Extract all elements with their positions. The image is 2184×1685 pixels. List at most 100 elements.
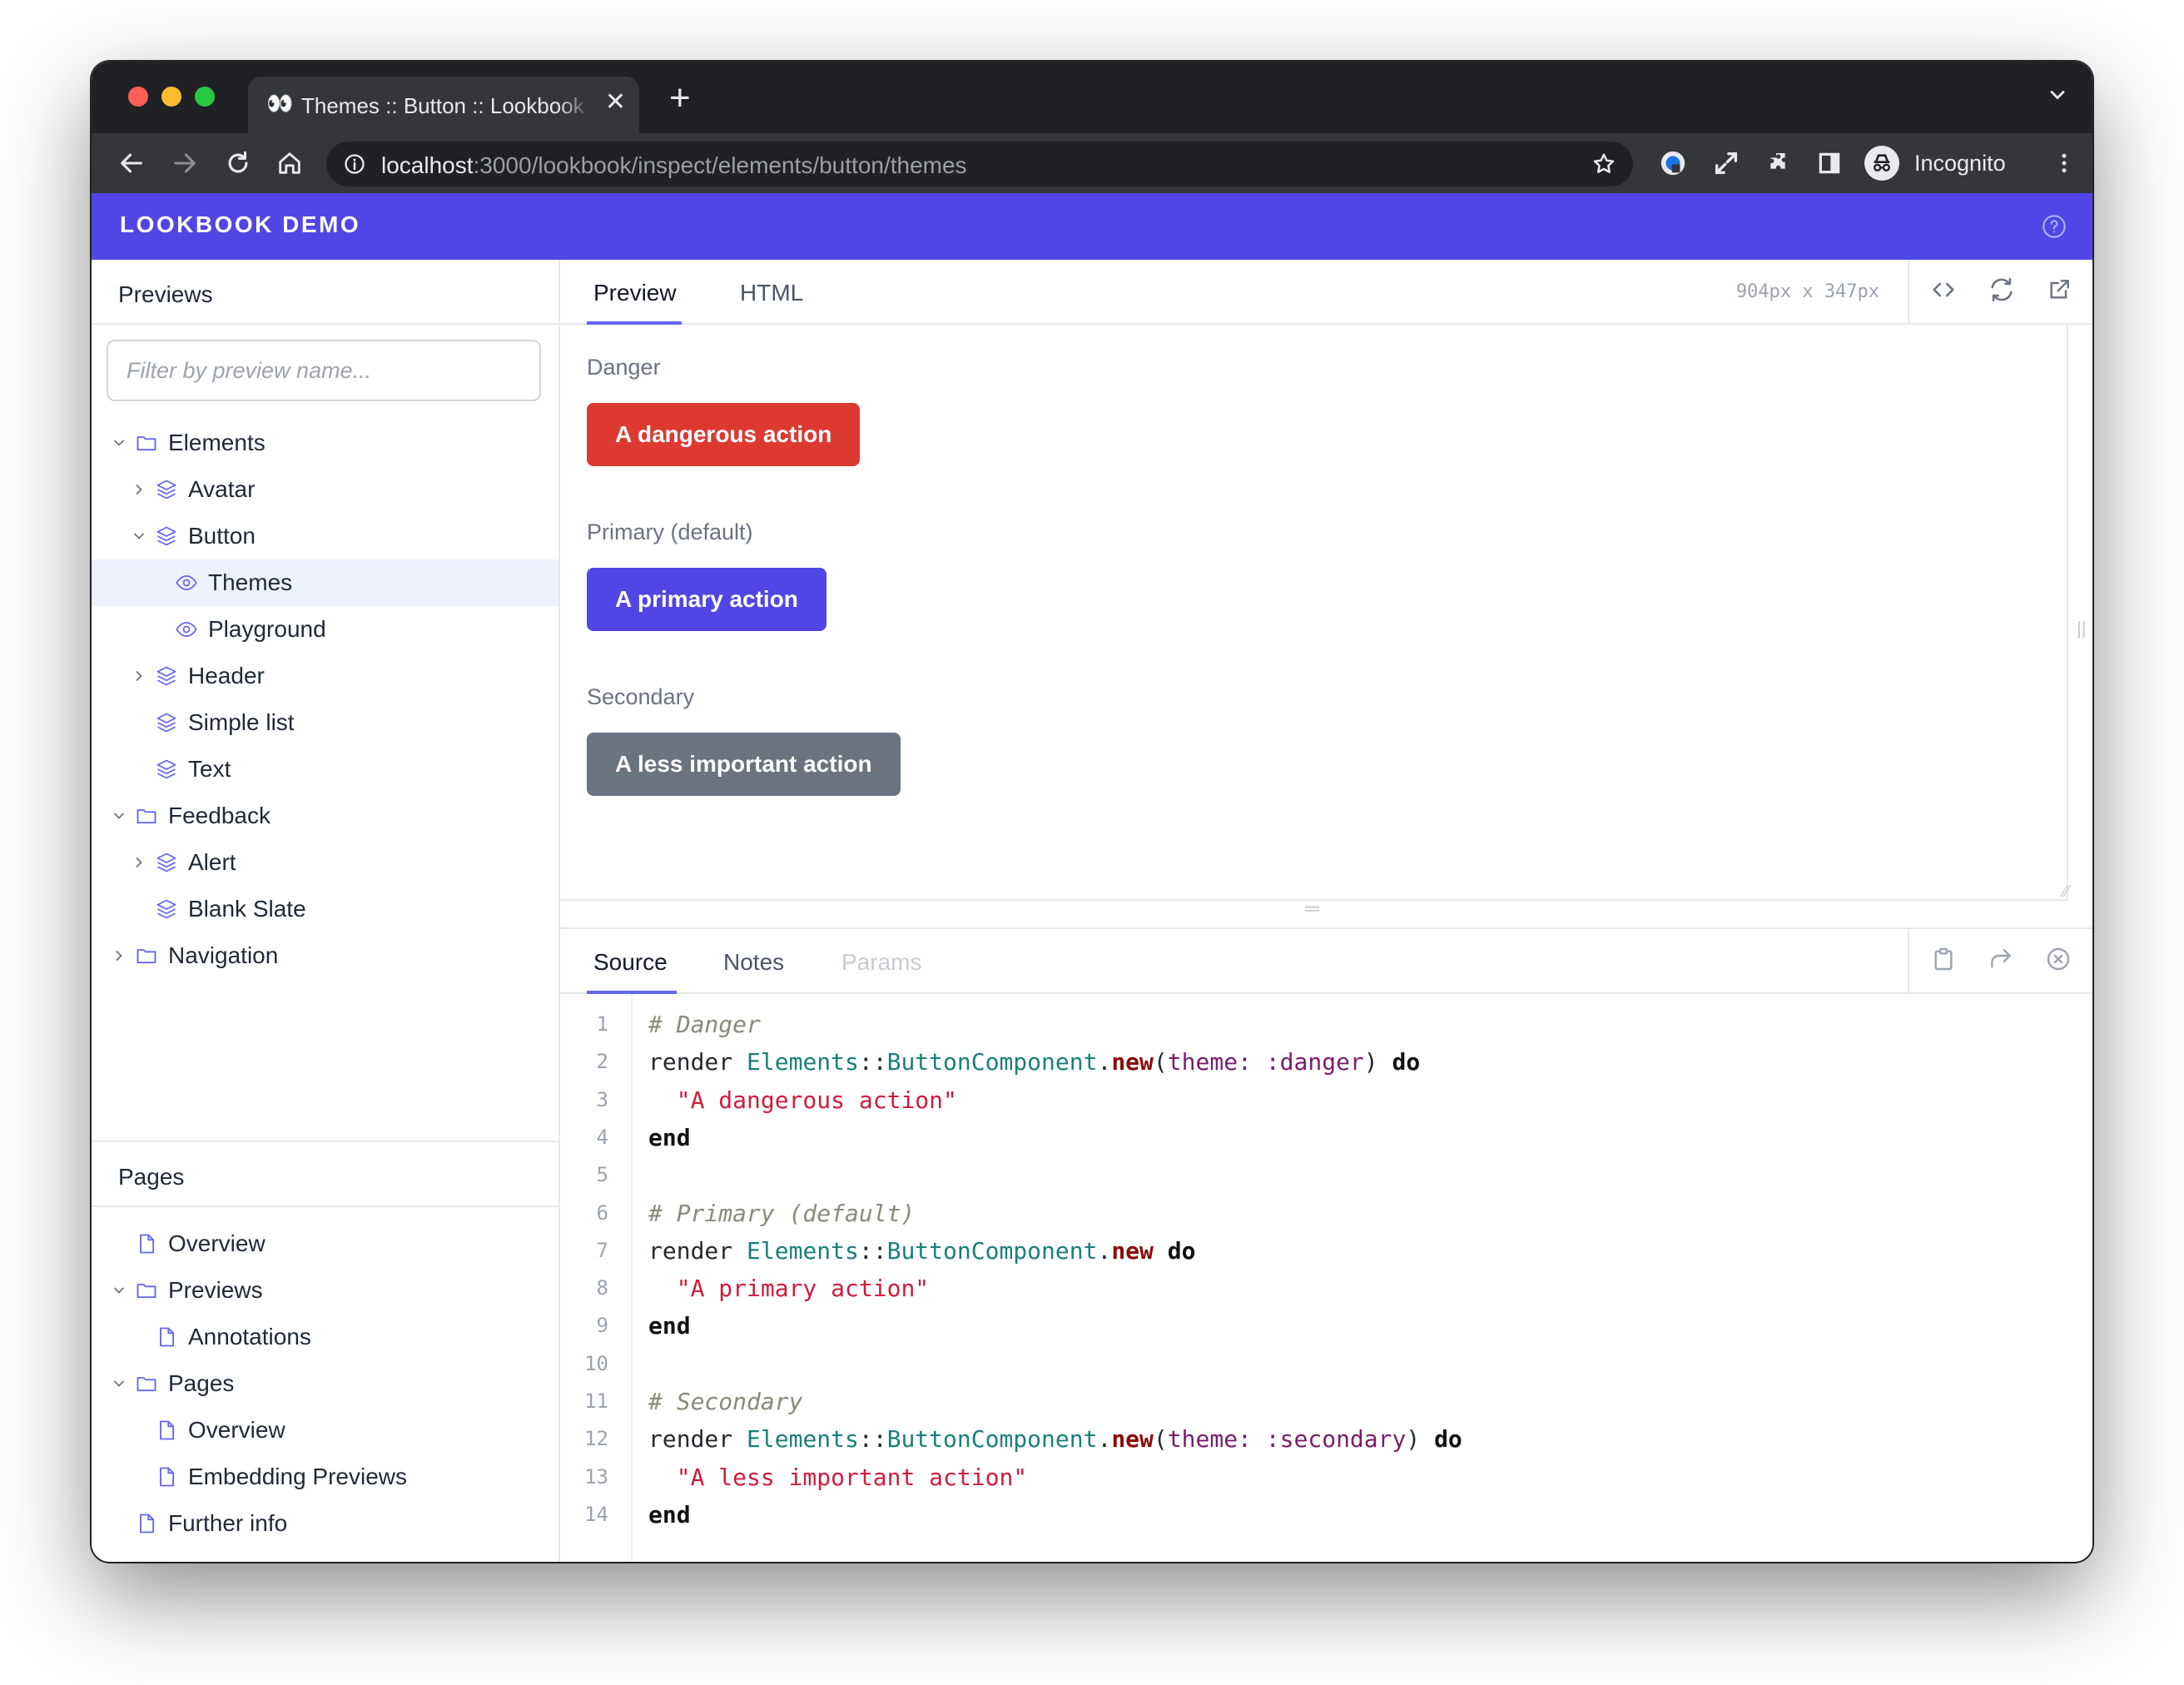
address-bar[interactable]: localhost:3000/lookbook/inspect/elements… <box>326 142 1633 186</box>
tab-notes[interactable]: Notes <box>723 949 784 976</box>
expand-arrows-icon[interactable] <box>1710 147 1743 180</box>
tree-item-label: Pages <box>168 1370 235 1396</box>
page-item-pages[interactable]: Pages <box>92 1360 558 1407</box>
code-token: render <box>648 1236 747 1265</box>
layers-icon <box>153 849 180 876</box>
file-icon <box>133 1230 160 1257</box>
page-item-further-info[interactable]: Further info <box>92 1500 558 1547</box>
danger-button[interactable]: A dangerous action <box>587 403 861 466</box>
chevron-down-icon[interactable] <box>108 432 130 454</box>
browser-window: 👀 Themes :: Button :: Lookbook Demo ✕ + … <box>92 62 2092 1562</box>
external-link-icon[interactable] <box>2046 276 2072 307</box>
line-number: 11 <box>584 1389 608 1413</box>
chevron-right-icon[interactable] <box>128 852 150 873</box>
code-line: 2 render Elements::ButtonComponent.new(th… <box>560 1043 2092 1081</box>
code-token: :: <box>858 1236 887 1265</box>
sidebar-item-feedback[interactable]: Feedback <box>92 793 558 839</box>
line-number: 8 <box>596 1276 608 1300</box>
chevron-right-icon[interactable] <box>128 479 150 500</box>
height-resize-handle[interactable]: ═ <box>560 897 2092 929</box>
site-info-icon[interactable] <box>343 152 366 180</box>
sidebar-item-text[interactable]: Text <box>92 746 558 793</box>
browser-tab[interactable]: 👀 Themes :: Button :: Lookbook Demo ✕ <box>248 77 639 133</box>
code-token: theme: <box>1167 1048 1252 1076</box>
back-arrow-icon[interactable] <box>115 147 148 180</box>
close-circle-icon[interactable] <box>2045 946 2072 977</box>
code-token: :: <box>858 1425 887 1454</box>
sidebar-item-navigation[interactable]: Navigation <box>92 932 558 979</box>
code-token: render <box>648 1425 747 1454</box>
sidebar-item-themes[interactable]: Themes <box>92 559 558 606</box>
page-item-previews[interactable]: Previews <box>92 1267 558 1314</box>
layers-icon <box>153 663 180 689</box>
tree-item-label: Overview <box>188 1417 285 1443</box>
sidebar-item-alert[interactable]: Alert <box>92 839 558 886</box>
tab-source[interactable]: Source <box>593 949 668 976</box>
chevron-down-icon[interactable] <box>108 1280 130 1301</box>
code-text: render Elements::ButtonComponent.new(the… <box>648 1420 1462 1458</box>
tab-html[interactable]: HTML <box>740 280 803 306</box>
chevron-down-icon[interactable] <box>108 1373 130 1394</box>
tab-preview[interactable]: Preview <box>593 280 677 306</box>
code-line: 9 end <box>560 1307 2092 1345</box>
extensions-puzzle-icon[interactable] <box>1763 147 1796 180</box>
sidebar-item-blank-slate[interactable]: Blank Slate <box>92 886 558 932</box>
tab-search-chevron-icon[interactable] <box>2046 83 2069 111</box>
sidebar-item-button[interactable]: Button <box>92 513 558 559</box>
url-host: localhost <box>381 152 474 178</box>
page-item-annotations[interactable]: Annotations <box>92 1314 558 1360</box>
primary-button[interactable]: A primary action <box>587 568 826 631</box>
page-item-embedding-previews[interactable]: Embedding Previews <box>92 1454 558 1500</box>
side-panel-icon[interactable] <box>1813 147 1846 180</box>
filter-input[interactable] <box>107 340 541 401</box>
incognito-profile-button[interactable]: Incognito <box>1864 140 2023 186</box>
secondary-button[interactable]: A less important action <box>587 733 901 796</box>
chevron-right-icon[interactable] <box>108 945 130 967</box>
sidebar-item-avatar[interactable]: Avatar <box>92 466 558 513</box>
app-title[interactable]: LOOKBOOK DEMO <box>120 211 360 238</box>
extension-badge-icon[interactable] <box>1656 147 1690 180</box>
reload-icon[interactable] <box>221 147 255 180</box>
width-resize-handle[interactable]: || <box>2077 618 2086 639</box>
share-arrow-icon[interactable] <box>1988 946 2014 977</box>
chevron-right-icon[interactable] <box>128 665 150 687</box>
corner-resize-handle[interactable]: ⁄⁄ <box>2063 882 2069 902</box>
refresh-icon[interactable] <box>1988 276 2016 308</box>
code-token: . <box>1097 1236 1112 1265</box>
page-item-overview[interactable]: Overview <box>92 1407 558 1454</box>
home-icon[interactable] <box>273 147 306 180</box>
clipboard-icon[interactable] <box>1930 946 1957 977</box>
url-path: :3000/lookbook/inspect/elements/button/t… <box>473 152 967 178</box>
help-circle-icon[interactable] <box>2041 213 2067 244</box>
minimize-window-button[interactable] <box>161 87 181 107</box>
sidebar-item-elements[interactable]: Elements <box>92 420 558 466</box>
new-tab-button[interactable]: + <box>669 80 691 117</box>
app-header: LOOKBOOK DEMO <box>92 193 2092 260</box>
pages-heading: Pages <box>92 1142 558 1207</box>
tab-params[interactable]: Params <box>841 949 921 976</box>
code-line: 13 "A less important action" <box>560 1459 2092 1496</box>
bookmark-star-icon[interactable] <box>1591 152 1616 181</box>
tree-item-label: Avatar <box>188 476 256 502</box>
code-line: 3 "A dangerous action" <box>560 1081 2092 1119</box>
tree-item-label: Themes <box>208 569 293 595</box>
maximize-window-button[interactable] <box>195 87 215 107</box>
code-token: new <box>1111 1236 1154 1265</box>
code-token: # Primary (default) <box>648 1199 916 1227</box>
kebab-menu-icon[interactable] <box>2048 147 2081 180</box>
close-window-button[interactable] <box>128 87 148 107</box>
forward-arrow-icon[interactable] <box>168 147 201 180</box>
code-brackets-icon[interactable] <box>1929 276 1958 308</box>
tree-item-label: Alert <box>188 849 236 875</box>
chevron-down-icon[interactable] <box>128 525 150 547</box>
page-item-overview[interactable]: Overview <box>92 1220 558 1267</box>
sidebar-item-playground[interactable]: Playground <box>92 606 558 653</box>
sidebar-item-simple-list[interactable]: Simple list <box>92 699 558 746</box>
chevron-down-icon[interactable] <box>108 805 130 827</box>
sidebar-item-header[interactable]: Header <box>92 653 558 699</box>
tab-close-icon[interactable]: ✕ <box>605 90 626 115</box>
code-text: # Secondary <box>648 1383 802 1420</box>
